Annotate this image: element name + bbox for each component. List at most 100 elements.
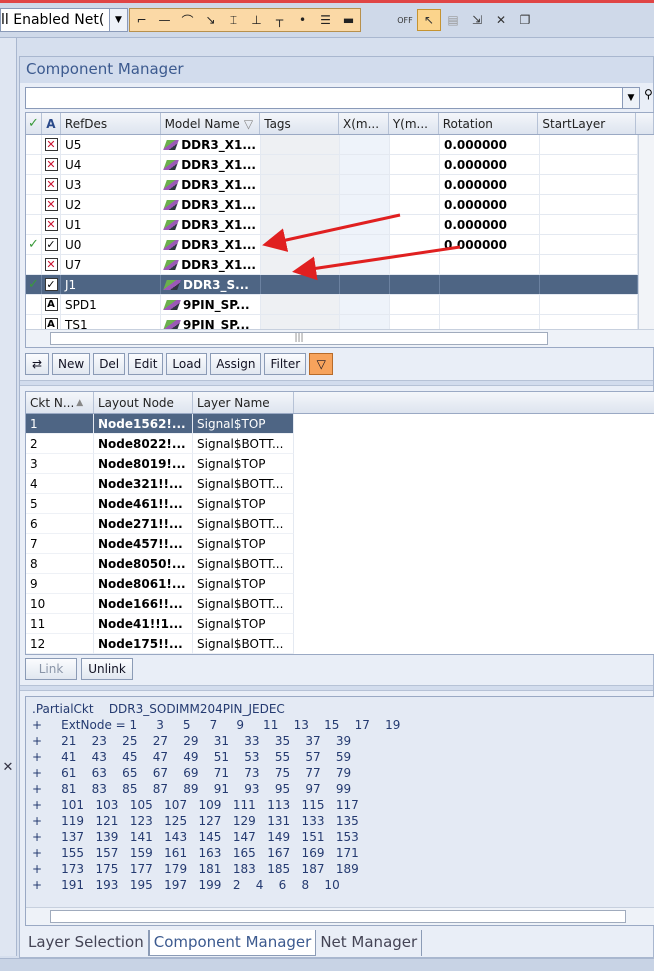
table-row[interactable]: 10 Node166!!... Signal$BOTT...: [26, 594, 654, 614]
load-button[interactable]: Load: [166, 353, 208, 375]
column-header-model[interactable]: Model Name ▽: [161, 113, 261, 134]
off-toggle-icon[interactable]: OFF: [393, 9, 417, 31]
column-header-tags[interactable]: Tags: [260, 113, 339, 134]
pin-table-header: Ckt N... ▲ Layout Node Layer Name: [26, 392, 654, 414]
tab-layer-selection[interactable]: Layer Selection: [24, 930, 149, 956]
edit-button[interactable]: Edit: [128, 353, 164, 375]
layout-node-cell: Node321!!...: [94, 474, 193, 494]
column-header-layer-name[interactable]: Layer Name: [193, 392, 294, 413]
dot-icon[interactable]: •: [291, 9, 314, 31]
column-header-rotation[interactable]: Rotation: [439, 113, 539, 134]
assign-button[interactable]: Assign: [210, 353, 262, 375]
table-row[interactable]: ✕ U1 DDR3_X1... 0.000000: [26, 215, 654, 235]
splitter[interactable]: [20, 685, 653, 691]
tab-component-manager[interactable]: Component Manager: [148, 930, 317, 956]
table-row[interactable]: ✕ U5 DDR3_X1... 0.000000: [26, 135, 654, 155]
state-cell: ✕: [42, 195, 61, 214]
enabled-header-icon[interactable]: ✓: [26, 113, 42, 134]
disabled-box-icon[interactable]: ✕: [44, 198, 58, 211]
close-icon[interactable]: ✕: [0, 760, 16, 776]
filter-button[interactable]: Filter: [264, 353, 307, 375]
net-filter-combo[interactable]: ll Enabled Net( ▼: [0, 8, 128, 32]
horizontal-scrollbar[interactable]: |||: [26, 329, 654, 347]
line-icon[interactable]: —: [153, 9, 176, 31]
column-header-refdes[interactable]: RefDes: [61, 113, 161, 134]
layer-name-cell: Signal$BOTT...: [193, 434, 294, 454]
disabled-box-icon[interactable]: ✕: [44, 218, 58, 231]
scrollbar-thumb[interactable]: [50, 910, 626, 923]
top-toolbar: ll Enabled Net( ▼ ⌐ — ⌒ ↘ ⌶ ⊥ ┬ • ☰ ▬ OFF ↖ ▤ ⇲ ✕ ❐: [0, 0, 654, 38]
scrollbar-thumb[interactable]: |||: [50, 332, 548, 345]
link-button[interactable]: Link: [25, 658, 77, 680]
table-row[interactable]: 3 Node8019!... Signal$TOP: [26, 454, 654, 474]
table-row[interactable]: 8 Node8050!... Signal$BOTT...: [26, 554, 654, 574]
table-row[interactable]: 4 Node321!!... Signal$BOTT...: [26, 474, 654, 494]
column-header-startlayer[interactable]: StartLayer: [538, 113, 637, 134]
splitter[interactable]: [20, 380, 653, 386]
component-table: ✓ A RefDes Model Name ▽ Tags X(m... Y(m..…: [25, 112, 654, 348]
table-row[interactable]: 5 Node461!!... Signal$TOP: [26, 494, 654, 514]
table-row[interactable]: ✕ U3 DDR3_X1... 0.000000: [26, 175, 654, 195]
enabled-cell: [26, 135, 42, 154]
table-row[interactable]: ✓ ✓ U0 DDR3_X1... 0.000000: [26, 235, 654, 255]
chevron-down-icon[interactable]: ▼: [109, 9, 127, 31]
checked-box-icon[interactable]: ✓: [44, 278, 58, 291]
chevron-down-icon[interactable]: ▼: [622, 87, 640, 109]
bar-icon[interactable]: ▬: [337, 9, 360, 31]
column-header-y[interactable]: Y(m...: [389, 113, 439, 134]
table-row[interactable]: 2 Node8022!... Signal$BOTT...: [26, 434, 654, 454]
tab-net-manager[interactable]: Net Manager: [316, 930, 423, 956]
column-header-ckt[interactable]: Ckt N... ▲: [26, 392, 94, 413]
disabled-box-icon[interactable]: ✕: [44, 158, 58, 171]
via-icon[interactable]: ⌶: [222, 9, 245, 31]
layer-name-cell: Signal$BOTT...: [193, 594, 294, 614]
table-row[interactable]: A SPD1 9PIN_SP...: [26, 295, 654, 315]
properties-icon[interactable]: ▤: [441, 9, 465, 31]
table-row[interactable]: ✓ ✓ J1 DDR3_S...: [26, 275, 654, 295]
left-dock-strip: ✕: [0, 38, 17, 956]
table-row[interactable]: 9 Node8061!... Signal$TOP: [26, 574, 654, 594]
filter-icon[interactable]: ▽: [244, 117, 253, 131]
trace-down-icon[interactable]: ↘: [199, 9, 222, 31]
component-filter-input[interactable]: [25, 87, 623, 109]
disabled-box-icon[interactable]: ✕: [44, 258, 58, 271]
unlink-button[interactable]: Unlink: [81, 658, 133, 680]
copy-icon[interactable]: ❐: [513, 9, 537, 31]
table-row[interactable]: 7 Node457!!... Signal$TOP: [26, 534, 654, 554]
refdes-cell: U4: [61, 155, 161, 174]
trace-icon[interactable]: ⌒: [176, 9, 199, 31]
column-header-layout-node[interactable]: Layout Node: [94, 392, 193, 413]
table-row[interactable]: 11 Node41!!1... Signal$TOP: [26, 614, 654, 634]
disabled-box-icon[interactable]: ✕: [44, 178, 58, 191]
funnel-filter-icon[interactable]: ▽: [309, 353, 334, 375]
new-button[interactable]: New: [52, 353, 91, 375]
model-cell-label: DDR3_X1...: [181, 237, 256, 252]
table-row[interactable]: ✕ U2 DDR3_X1... 0.000000: [26, 195, 654, 215]
auto-header-icon[interactable]: A: [42, 113, 61, 134]
table-row[interactable]: ✕ U4 DDR3_X1... 0.000000: [26, 155, 654, 175]
tee-icon[interactable]: ┬: [268, 9, 291, 31]
delete-icon[interactable]: ✕: [489, 9, 513, 31]
select-arrow-icon[interactable]: ↖: [417, 9, 441, 31]
ground-icon[interactable]: ⊥: [245, 9, 268, 31]
ckt-node-cell: 1: [26, 414, 94, 434]
del-button[interactable]: Del: [93, 353, 126, 375]
checked-box-icon[interactable]: ✓: [44, 238, 58, 251]
state-cell: A: [42, 295, 61, 314]
column-header-x[interactable]: X(m...: [339, 113, 389, 134]
table-row[interactable]: 1 Node1562!... Signal$TOP: [26, 414, 654, 434]
table-row[interactable]: 6 Node271!!... Signal$BOTT...: [26, 514, 654, 534]
table-row[interactable]: ✕ U7 DDR3_X1...: [26, 255, 654, 275]
list-icon[interactable]: ☰: [314, 9, 337, 31]
move-icon[interactable]: ⇲: [465, 9, 489, 31]
startlayer-cell: [540, 215, 638, 234]
pin-icon[interactable]: ⌐: [130, 9, 153, 31]
disabled-box-icon[interactable]: ✕: [44, 138, 58, 151]
vertical-scrollbar[interactable]: [638, 135, 654, 331]
refresh-icon[interactable]: ⇄: [25, 353, 49, 375]
table-row[interactable]: 12 Node175!!... Signal$BOTT...: [26, 634, 654, 654]
auto-box-icon[interactable]: A: [44, 298, 58, 311]
search-icon[interactable]: ⚲: [644, 87, 654, 109]
horizontal-scrollbar[interactable]: [26, 907, 654, 925]
rotation-cell: [440, 295, 540, 314]
